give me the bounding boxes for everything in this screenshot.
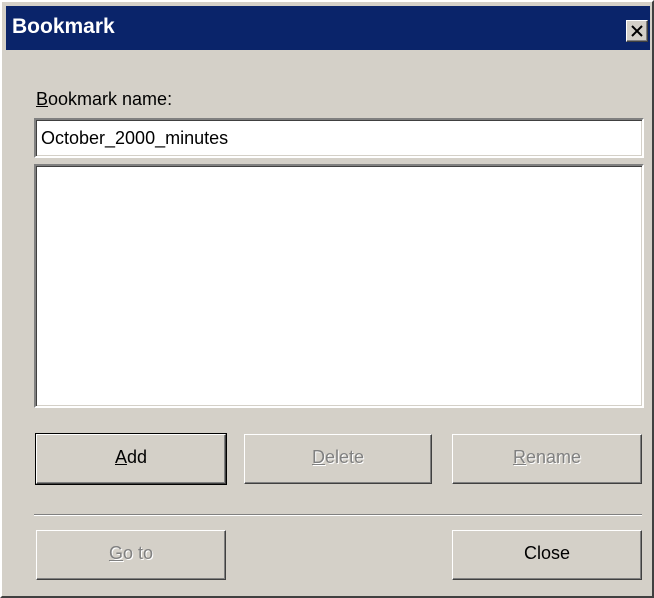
divider: [34, 514, 642, 516]
rename-button[interactable]: Rename: [452, 434, 642, 484]
bookmark-name-label: Bookmark name:: [36, 88, 172, 110]
bookmark-dialog: Bookmark Bookmark name: Add Delete Renam…: [0, 0, 654, 598]
close-icon: [631, 25, 643, 37]
rename-button-label: Rename: [512, 447, 582, 467]
title-bar[interactable]: Bookmark: [6, 6, 650, 50]
delete-button-label: Delete: [311, 447, 365, 467]
bookmark-list[interactable]: [34, 164, 644, 408]
window-title: Bookmark: [12, 15, 115, 38]
goto-button-label: Go to: [108, 543, 154, 563]
goto-button[interactable]: Go to: [36, 530, 226, 580]
close-window-button[interactable]: [626, 20, 648, 42]
close-button[interactable]: Close: [452, 530, 642, 580]
label-accelerator: B: [36, 89, 49, 109]
close-button-label: Close: [523, 543, 571, 563]
bookmark-name-input[interactable]: [39, 123, 641, 153]
delete-button[interactable]: Delete: [244, 434, 432, 484]
add-button-label: Add: [114, 447, 148, 467]
add-button[interactable]: Add: [35, 433, 227, 485]
bookmark-name-field[interactable]: [34, 118, 644, 158]
label-text: ookmark name:: [48, 89, 173, 109]
